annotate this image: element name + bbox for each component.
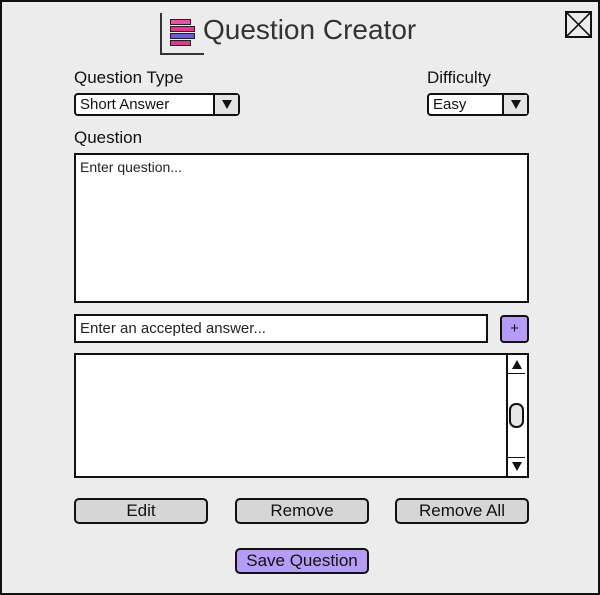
add-answer-button[interactable]: + [500,315,529,343]
question-textarea[interactable]: Enter question... [74,153,529,303]
logo-bar-1 [170,19,191,25]
logo-bar-4 [170,40,191,46]
arrow-down-icon[interactable] [508,457,525,475]
scroll-thumb[interactable] [509,403,524,428]
question-label: Question [74,128,143,147]
question-type-value: Short Answer [80,96,170,113]
page-title: Question Creator [203,14,417,45]
difficulty-select[interactable]: Easy [427,93,529,116]
logo-bar-2 [170,26,195,32]
remove-all-button[interactable]: Remove All [395,498,529,524]
answers-list[interactable] [74,353,529,478]
question-creator-window: Question Creator Question Type Short Ans… [0,0,600,595]
answer-placeholder: Enter an accepted answer... [80,320,266,337]
answer-input[interactable]: Enter an accepted answer... [74,314,488,343]
close-x-icon [567,13,590,36]
close-button[interactable] [565,11,592,38]
stacked-bars-icon [160,13,204,55]
chevron-down-icon [213,95,238,114]
logo-bar-3 [170,33,195,39]
difficulty-label: Difficulty [427,68,491,87]
question-type-label: Question Type [74,68,184,87]
question-type-select[interactable]: Short Answer [74,93,240,116]
remove-button[interactable]: Remove [235,498,369,524]
chevron-down-icon [502,95,527,114]
answers-scrollbar[interactable] [506,355,527,476]
arrow-up-icon[interactable] [508,356,525,374]
question-placeholder: Enter question... [80,159,182,175]
difficulty-value: Easy [433,96,467,113]
save-question-button[interactable]: Save Question [235,548,369,574]
edit-button[interactable]: Edit [74,498,208,524]
